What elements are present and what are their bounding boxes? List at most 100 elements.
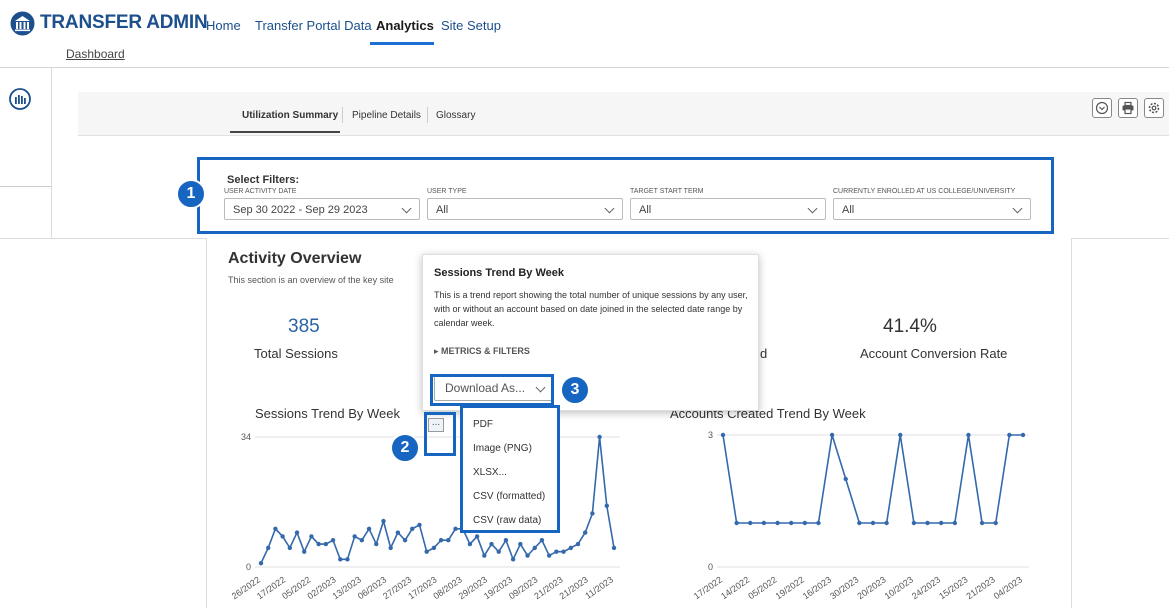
data-point[interactable] bbox=[993, 520, 998, 526]
data-point[interactable] bbox=[359, 538, 365, 543]
data-point[interactable] bbox=[280, 534, 285, 539]
data-point[interactable] bbox=[446, 538, 451, 543]
schedule-button[interactable] bbox=[1092, 98, 1112, 118]
data-point[interactable] bbox=[366, 526, 372, 531]
chart-menu-button[interactable]: ... bbox=[428, 418, 444, 432]
data-point[interactable] bbox=[597, 434, 602, 440]
data-point[interactable] bbox=[829, 432, 835, 438]
download-xlsx[interactable]: XLSX... bbox=[473, 467, 507, 478]
data-point[interactable] bbox=[546, 553, 552, 558]
breadcrumb-dashboard[interactable]: Dashboard bbox=[66, 47, 125, 61]
start-term-select[interactable]: All bbox=[630, 198, 826, 220]
data-point[interactable] bbox=[532, 545, 537, 551]
data-point[interactable] bbox=[388, 545, 393, 551]
tab-pipeline-details[interactable]: Pipeline Details bbox=[352, 110, 421, 121]
data-point[interactable] bbox=[338, 557, 343, 562]
data-point[interactable] bbox=[518, 541, 523, 547]
data-point[interactable] bbox=[410, 526, 415, 531]
data-point[interactable] bbox=[402, 538, 408, 543]
data-point[interactable] bbox=[857, 520, 862, 526]
data-point[interactable] bbox=[395, 530, 401, 535]
settings-button[interactable] bbox=[1144, 98, 1164, 118]
data-point[interactable] bbox=[802, 520, 808, 526]
dashboard-icon[interactable] bbox=[9, 88, 31, 110]
data-point[interactable] bbox=[788, 520, 794, 526]
data-point[interactable] bbox=[1020, 432, 1026, 438]
data-point[interactable] bbox=[302, 549, 307, 554]
data-point[interactable] bbox=[496, 549, 501, 554]
data-point[interactable] bbox=[843, 476, 848, 482]
data-point[interactable] bbox=[1007, 432, 1012, 438]
data-point[interactable] bbox=[417, 522, 422, 528]
data-point[interactable] bbox=[424, 549, 429, 554]
data-point[interactable] bbox=[604, 503, 609, 509]
data-point[interactable] bbox=[911, 520, 917, 526]
data-point[interactable] bbox=[345, 557, 350, 562]
metrics-filters-toggle[interactable]: ▸ METRICS & FILTERS bbox=[434, 346, 530, 357]
data-point[interactable] bbox=[611, 545, 617, 551]
data-point[interactable] bbox=[482, 553, 487, 558]
data-point[interactable] bbox=[453, 526, 458, 531]
data-point[interactable] bbox=[273, 526, 278, 531]
data-point[interactable] bbox=[330, 538, 336, 543]
data-point[interactable] bbox=[431, 545, 437, 551]
nav-transfer-portal-data[interactable]: Transfer Portal Data bbox=[255, 18, 372, 33]
data-point[interactable] bbox=[467, 541, 473, 547]
data-point[interactable] bbox=[884, 520, 889, 526]
download-pdf[interactable]: PDF bbox=[473, 419, 493, 430]
data-point[interactable] bbox=[734, 520, 739, 526]
data-point[interactable] bbox=[582, 530, 588, 535]
data-point[interactable] bbox=[952, 520, 958, 526]
data-point[interactable] bbox=[898, 432, 903, 438]
data-point[interactable] bbox=[925, 520, 930, 526]
x-tick-label: 16/2023 bbox=[801, 574, 833, 601]
download-csv-formatted[interactable]: CSV (formatted) bbox=[473, 491, 545, 502]
data-point[interactable] bbox=[438, 538, 444, 543]
data-point[interactable] bbox=[381, 518, 386, 524]
tab-glossary[interactable]: Glossary bbox=[436, 110, 475, 121]
data-point[interactable] bbox=[775, 520, 780, 526]
currently-enrolled-select[interactable]: All bbox=[833, 198, 1031, 220]
data-point[interactable] bbox=[590, 511, 595, 516]
print-button[interactable] bbox=[1118, 98, 1138, 118]
data-point[interactable] bbox=[561, 549, 566, 554]
data-point[interactable] bbox=[938, 520, 944, 526]
data-point[interactable] bbox=[294, 530, 300, 535]
tab-utilization-summary[interactable]: Utilization Summary bbox=[242, 110, 338, 121]
data-point[interactable] bbox=[568, 545, 573, 551]
data-point[interactable] bbox=[575, 541, 581, 547]
data-point[interactable] bbox=[539, 538, 545, 543]
top-nav: TRANSFER ADMIN Home Transfer Portal Data… bbox=[0, 0, 1169, 46]
nav-site-setup[interactable]: Site Setup bbox=[441, 18, 501, 33]
data-point[interactable] bbox=[525, 553, 530, 558]
data-point[interactable] bbox=[554, 549, 559, 554]
data-point[interactable] bbox=[309, 534, 314, 539]
data-point[interactable] bbox=[374, 541, 379, 547]
data-point[interactable] bbox=[474, 534, 480, 539]
data-point[interactable] bbox=[266, 545, 271, 551]
download-csv-raw[interactable]: CSV (raw data) bbox=[473, 515, 541, 526]
activity-date-select[interactable]: Sep 30 2022 - Sep 29 2023 bbox=[224, 198, 420, 220]
download-image-png[interactable]: Image (PNG) bbox=[473, 443, 532, 454]
x-tick-label: 21/2023 bbox=[558, 574, 590, 601]
data-point[interactable] bbox=[510, 557, 516, 562]
data-point[interactable] bbox=[352, 534, 357, 539]
data-point[interactable] bbox=[323, 541, 329, 547]
callout-badge-2: 2 bbox=[390, 433, 420, 463]
data-point[interactable] bbox=[287, 545, 293, 551]
data-point[interactable] bbox=[720, 432, 726, 438]
user-type-select[interactable]: All bbox=[427, 198, 623, 220]
data-point[interactable] bbox=[966, 432, 971, 438]
data-point[interactable] bbox=[503, 538, 509, 543]
data-point[interactable] bbox=[816, 520, 821, 526]
data-point[interactable] bbox=[870, 520, 876, 526]
data-point[interactable] bbox=[979, 520, 985, 526]
data-point[interactable] bbox=[316, 541, 321, 547]
data-point[interactable] bbox=[489, 541, 494, 547]
popover-title: Sessions Trend By Week bbox=[434, 267, 565, 279]
data-point[interactable] bbox=[748, 520, 753, 526]
nav-home[interactable]: Home bbox=[206, 18, 241, 33]
data-point[interactable] bbox=[761, 520, 767, 526]
nav-analytics[interactable]: Analytics bbox=[376, 18, 434, 33]
data-point[interactable] bbox=[258, 560, 264, 566]
